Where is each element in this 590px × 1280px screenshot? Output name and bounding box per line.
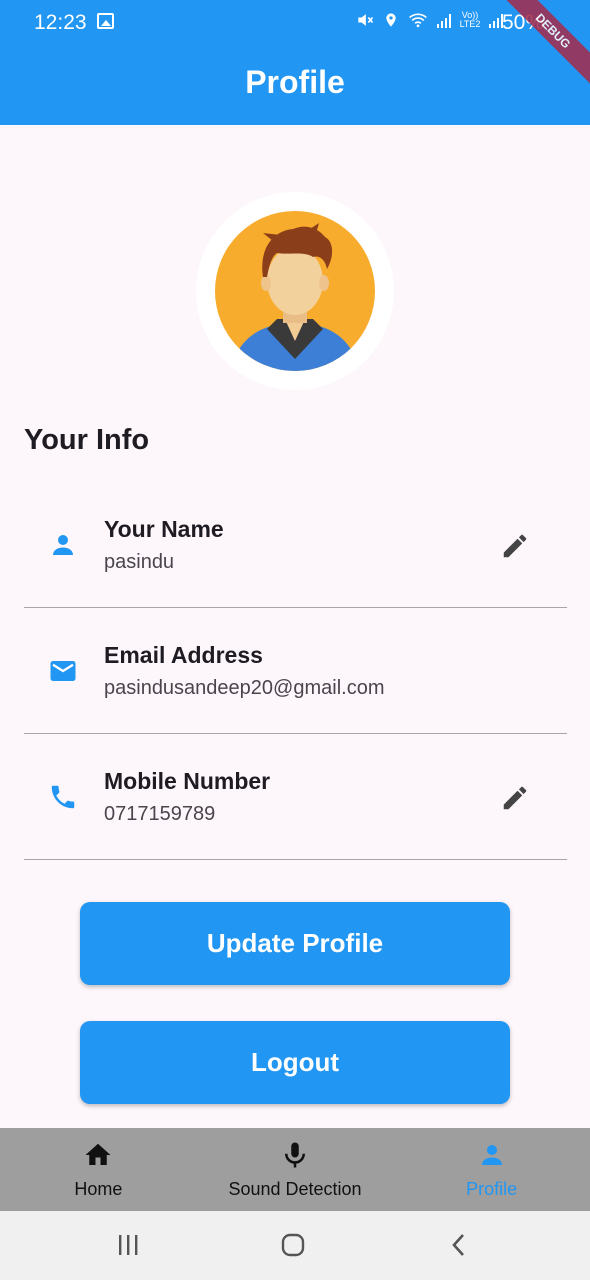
person-icon bbox=[481, 1145, 502, 1165]
avatar-frame bbox=[196, 192, 394, 390]
field-value: pasindusandeep20@gmail.com bbox=[104, 677, 385, 699]
nav-label: Sound Detection bbox=[228, 1179, 362, 1199]
app-bar: 12:23 Vo)) LTE2 50% Profile DEBUG bbox=[0, 0, 590, 125]
edit-name-icon[interactable] bbox=[500, 531, 530, 561]
location-icon bbox=[386, 13, 396, 27]
wifi-icon bbox=[409, 13, 427, 28]
field-label: Email Address bbox=[104, 642, 263, 668]
logout-button[interactable]: Logout bbox=[80, 1021, 510, 1104]
avatar-illustration-icon bbox=[233, 223, 357, 371]
section-title: Your Info bbox=[24, 424, 150, 456]
recent-apps-icon[interactable] bbox=[116, 1229, 140, 1261]
edit-mobile-icon[interactable] bbox=[500, 783, 530, 813]
avatar bbox=[215, 211, 375, 371]
network-label: Vo)) LTE2 bbox=[459, 10, 481, 29]
nav-item-profile[interactable]: Profile bbox=[393, 1128, 590, 1211]
field-label: Your Name bbox=[104, 516, 224, 542]
home-circle-icon[interactable] bbox=[280, 1229, 306, 1261]
field-value: 0717159789 bbox=[104, 803, 216, 825]
info-row-email: Email Address pasindusandeep20@gmail.com bbox=[24, 608, 567, 734]
status-time: 12:23 bbox=[34, 11, 87, 34]
info-row-mobile: Mobile Number 0717159789 bbox=[24, 734, 567, 860]
person-icon bbox=[53, 535, 73, 555]
nav-item-home[interactable]: Home bbox=[0, 1128, 197, 1211]
back-icon[interactable] bbox=[448, 1229, 468, 1261]
gallery-notification-icon bbox=[97, 13, 114, 29]
microphone-icon bbox=[285, 1142, 305, 1168]
page-title: Profile bbox=[245, 64, 345, 100]
status-icons: Vo)) LTE2 bbox=[355, 10, 503, 30]
nav-label: Home bbox=[74, 1179, 123, 1199]
signal-icon bbox=[437, 12, 451, 28]
nav-label: Profile bbox=[466, 1179, 518, 1199]
field-value: pasindu bbox=[104, 551, 175, 573]
phone-icon bbox=[51, 785, 75, 809]
system-nav-bar bbox=[0, 1211, 590, 1280]
field-label: Mobile Number bbox=[104, 768, 271, 794]
mute-icon bbox=[358, 14, 374, 26]
home-icon bbox=[85, 1143, 111, 1165]
email-icon bbox=[50, 661, 76, 681]
info-row-name: Your Name pasindu bbox=[24, 482, 567, 608]
signal-icon-2 bbox=[489, 12, 503, 28]
update-profile-button[interactable]: Update Profile bbox=[80, 902, 510, 985]
bottom-nav: Home Sound Detection Profile bbox=[0, 1128, 590, 1211]
nav-item-sound-detection[interactable]: Sound Detection bbox=[197, 1128, 394, 1211]
